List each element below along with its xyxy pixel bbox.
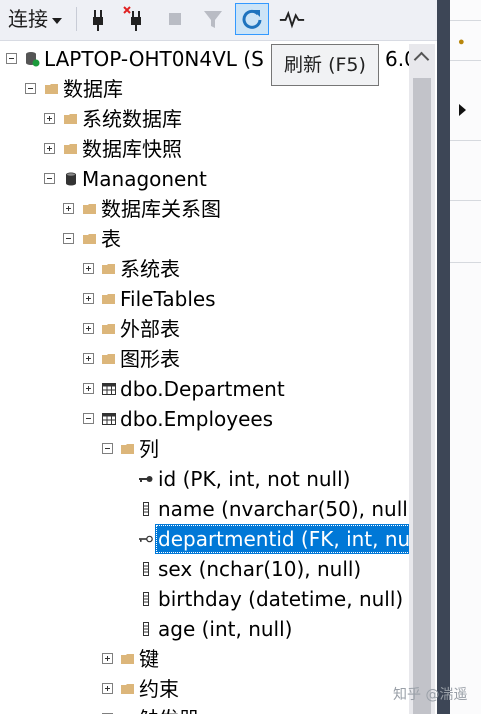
connect-icon[interactable]: [84, 5, 112, 33]
primary-key-icon: [138, 471, 154, 487]
tree-label: 系统数据库: [82, 107, 182, 131]
column-icon: [138, 621, 154, 637]
divider: [450, 20, 481, 21]
expand-toggle[interactable]: [102, 653, 113, 664]
expand-toggle[interactable]: [83, 383, 94, 394]
column-icon: [138, 501, 154, 517]
stop-icon[interactable]: [161, 5, 189, 33]
column-label: sex (nchar(10), null): [158, 557, 362, 581]
key-icon: ●: [458, 36, 465, 48]
folder-icon: [101, 321, 117, 337]
tree-label: dbo.Department: [120, 377, 285, 401]
connect-dropdown[interactable]: 连接: [8, 6, 62, 32]
activity-monitor-icon[interactable]: [278, 5, 308, 33]
connect-label: 连接: [8, 7, 48, 31]
folder-icon: [44, 81, 60, 97]
folder-icon: [63, 111, 79, 127]
column-label: departmentid (FK, int, nu: [155, 524, 409, 554]
expand-arrow-icon[interactable]: [459, 104, 466, 116]
tree-label: 列: [139, 437, 159, 461]
column-label: age (int, null): [158, 617, 293, 641]
expand-toggle[interactable]: [44, 113, 55, 124]
chevron-down-icon: [52, 17, 62, 24]
column-icon: [138, 591, 154, 607]
folder-icon: [120, 681, 136, 697]
tree-label: 数据库关系图: [101, 197, 221, 221]
divider: [450, 200, 481, 201]
object-explorer-tree: LAPTOP-OHT0N4VL (S 6.0 数据库 系统数据库 数据库快照 M…: [0, 44, 409, 714]
tree-label: 数据库: [63, 77, 123, 101]
tree-label: FileTables: [120, 287, 216, 311]
divider: [450, 60, 481, 61]
expand-toggle[interactable]: [83, 353, 94, 364]
filter-icon[interactable]: [199, 5, 227, 33]
collapse-toggle[interactable]: [6, 53, 17, 64]
expand-toggle[interactable]: [83, 323, 94, 334]
folder-icon: [120, 651, 136, 667]
table-icon: [101, 411, 117, 427]
refresh-tooltip: 刷新 (F5): [271, 44, 379, 86]
expand-toggle[interactable]: [83, 263, 94, 274]
object-explorer-toolbar: 连接: [0, 0, 437, 41]
disconnect-icon[interactable]: [122, 5, 150, 33]
expand-toggle[interactable]: [102, 683, 113, 694]
expand-toggle[interactable]: [44, 143, 55, 154]
table-icon: [101, 381, 117, 397]
scroll-thumb[interactable]: [413, 78, 431, 714]
collapse-toggle[interactable]: [63, 233, 74, 244]
folder-icon: [82, 201, 98, 217]
toolbar-separator: [76, 7, 77, 31]
column-label: id (PK, int, not null): [158, 467, 351, 491]
collapse-toggle[interactable]: [44, 173, 55, 184]
folder-icon: [82, 231, 98, 247]
folder-icon: [63, 141, 79, 157]
tree-label: 外部表: [120, 317, 180, 341]
vertical-scrollbar[interactable]: [409, 44, 435, 714]
collapse-toggle[interactable]: [102, 443, 113, 454]
watermark: 知乎 @湍遥: [393, 687, 468, 703]
folder-icon: [120, 441, 136, 457]
server-label: LAPTOP-OHT0N4VL (S: [44, 47, 264, 71]
tree-label: dbo.Employees: [120, 407, 274, 431]
tree-label: 图形表: [120, 347, 180, 371]
refresh-icon[interactable]: [235, 3, 269, 35]
tree-label: 键: [139, 647, 159, 671]
tree-label: 系统表: [120, 257, 180, 281]
column-label: name (nvarchar(50), null): [158, 497, 409, 521]
expand-toggle[interactable]: [63, 203, 74, 214]
right-pane: ●: [450, 0, 481, 714]
folder-icon: [101, 291, 117, 307]
folder-icon: [101, 261, 117, 277]
column-label: birthday (datetime, null): [158, 587, 404, 611]
folder-icon: [101, 351, 117, 367]
server-connected-icon: [24, 51, 40, 67]
collapse-toggle[interactable]: [25, 83, 36, 94]
tree-label: 表: [101, 227, 121, 251]
foreign-key-icon: [138, 531, 154, 547]
tree-label: 约束: [139, 677, 179, 701]
tree-label: 触发器: [139, 704, 199, 714]
divider: [450, 140, 481, 141]
pane-splitter[interactable]: [437, 0, 450, 714]
tree-label: Managonent: [82, 167, 207, 191]
column-icon: [138, 561, 154, 577]
server-version-fragment: 6.0: [385, 47, 409, 71]
collapse-toggle[interactable]: [83, 413, 94, 424]
scroll-up-arrow-icon[interactable]: [409, 44, 435, 74]
database-icon: [63, 171, 79, 187]
tree-label: 数据库快照: [82, 137, 182, 161]
expand-toggle[interactable]: [83, 293, 94, 304]
divider: [450, 262, 481, 263]
